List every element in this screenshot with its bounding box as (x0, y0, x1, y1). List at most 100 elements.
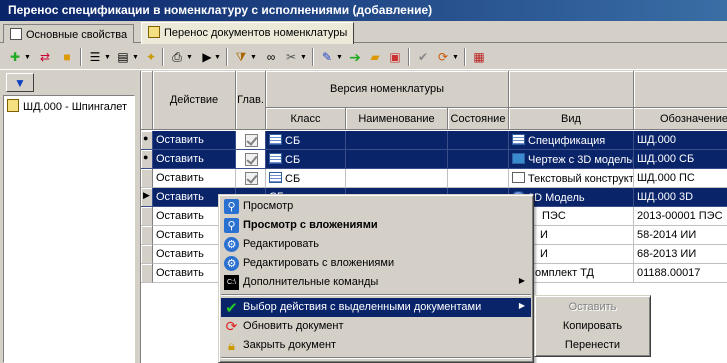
submenu-arrow-icon: ▶ (518, 276, 525, 285)
state-cell (448, 150, 509, 169)
class-cell: СБ (266, 131, 346, 150)
refresh-dropdown-icon[interactable]: ▼ (452, 48, 459, 66)
header-label: Версия номенклатуры (330, 83, 444, 95)
row-marker: ● (141, 150, 153, 169)
column-header-state[interactable]: Состояние (448, 108, 509, 130)
table-icon[interactable]: ▦ (470, 48, 488, 66)
menu-item-view[interactable]: ⚲ Просмотр (221, 197, 531, 216)
menu-item-select-action[interactable]: ✔ Выбор действия с выделенными документа… (221, 298, 531, 317)
refresh-icon[interactable]: ⟳ (434, 48, 452, 66)
submenu-item-move[interactable]: Перенести (537, 336, 648, 355)
row-header-corner (141, 71, 153, 130)
move-icon[interactable]: ⇄ (36, 48, 54, 66)
main-checkbox[interactable] (245, 134, 258, 147)
tree-item-label: ШД.000 - Шпингалет (23, 101, 128, 113)
row-marker (141, 207, 153, 226)
type-cell: Спецификация (509, 131, 634, 150)
list-icon[interactable]: ☰ (86, 48, 104, 66)
filter-tree-button[interactable]: ▼ (6, 73, 34, 92)
tree-item[interactable]: ШД.000 - Шпингалет (7, 99, 127, 113)
menu-separator (221, 357, 531, 359)
folder-open-icon[interactable]: ▰ (366, 48, 384, 66)
folder-icon[interactable]: ■ (58, 48, 76, 66)
column-header-name[interactable]: Наименование (346, 108, 448, 130)
column-header-type[interactable]: Вид (509, 108, 634, 130)
add-icon[interactable]: ✚ (6, 48, 24, 66)
tools-icon[interactable]: ✂ (282, 48, 300, 66)
main-cell[interactable] (236, 169, 266, 188)
window-icon[interactable]: ▣ (386, 48, 404, 66)
doc-dropdown-icon[interactable]: ▼ (132, 48, 139, 66)
name-cell (346, 150, 448, 169)
main-checkbox[interactable] (245, 153, 258, 166)
column-header-class[interactable]: Класс (266, 108, 346, 130)
list-dropdown-icon[interactable]: ▼ (104, 48, 111, 66)
menu-item-edit[interactable]: ⚙ Редактировать (221, 235, 531, 254)
filter-dropdown-icon[interactable]: ▼ (250, 48, 257, 66)
type-label: 3D Модель (528, 192, 585, 204)
column-header-main[interactable]: Глав. (236, 71, 266, 130)
context-menu: ⚲ Просмотр ⚲ Просмотр с вложениями ⚙ Ред… (218, 194, 534, 363)
menu-item-label: Закрыть документ (243, 339, 337, 351)
action-cell[interactable]: Оставить (153, 169, 236, 188)
header-label: Действие (169, 94, 219, 106)
specification-icon (512, 134, 525, 145)
column-header-designation[interactable]: Обозначение (634, 108, 727, 130)
menu-item-close-document[interactable]: 🔒︎ Закрыть документ (221, 336, 531, 355)
type-label: Чертеж с 3D моделью (528, 154, 634, 166)
doc-icon[interactable]: ▤ (114, 48, 132, 66)
class-label: СБ (285, 154, 301, 166)
designation-cell: ШД.000 ПС (634, 169, 727, 188)
table-row[interactable]: Оставить СБ Текстовый конструкт ШД.000 П… (141, 169, 727, 188)
menu-item-edit-with-attachments[interactable]: ⚙ Редактировать с вложениями (221, 254, 531, 273)
grid-icon (269, 134, 282, 145)
add-dropdown-icon[interactable]: ▼ (24, 48, 31, 66)
nomenclature-tree[interactable]: ШД.000 - Шпингалет (3, 95, 135, 363)
row-marker: ▶ (141, 188, 153, 207)
filter-icon[interactable]: ⧩ (232, 48, 250, 66)
row-marker (141, 264, 153, 283)
check-icon[interactable]: ✔ (414, 48, 432, 66)
link-dropdown-icon[interactable]: ▼ (336, 48, 343, 66)
header-label: Глав. (237, 94, 264, 106)
toolbar: ✚ ▼ ⇄ ■ ☰ ▼ ▤ ▼ ✦ ⎙ ▼ ▶ ▼ ⧩ ▼ ∞ ✂ ▼ ✎ ▼ … (0, 44, 727, 70)
row-marker (141, 169, 153, 188)
header-label: Класс (290, 112, 321, 125)
print-icon[interactable]: ⎙ (168, 48, 186, 66)
main-cell[interactable] (236, 150, 266, 169)
menu-item-refresh-document[interactable]: ⟳ Обновить документ (221, 317, 531, 336)
text-document-icon (512, 172, 525, 183)
arrow-right-icon[interactable]: ➔ (346, 48, 364, 66)
menu-item-label: Редактировать с вложениями (243, 257, 395, 269)
type-label: Текстовый конструкт (528, 173, 634, 185)
state-cell (448, 169, 509, 188)
header-label: Состояние (450, 112, 506, 125)
binoculars-icon[interactable]: ∞ (262, 48, 280, 66)
row-marker: ● (141, 131, 153, 150)
action-cell[interactable]: Оставить (153, 131, 236, 150)
main-checkbox[interactable] (245, 172, 258, 185)
header-label: Обозначение (660, 112, 727, 125)
column-header-action[interactable]: Действие (153, 71, 236, 130)
checkmark-icon: ✔ (225, 299, 238, 317)
link-icon[interactable]: ✎ (318, 48, 336, 66)
designation-cell: 58-2014 ИИ (634, 226, 727, 245)
tab-transfer-documents[interactable]: Перенос документов номенклатуры (141, 22, 355, 44)
magnifier-attach-icon: ⚲ (224, 218, 239, 233)
print-dropdown-icon[interactable]: ▼ (186, 48, 193, 66)
tab-main-properties[interactable]: Основные свойства (3, 24, 135, 43)
tools-dropdown-icon[interactable]: ▼ (300, 48, 307, 66)
name-cell (346, 169, 448, 188)
play-dropdown-icon[interactable]: ▼ (214, 48, 221, 66)
lock-icon: 🔒︎ (228, 337, 235, 353)
main-cell[interactable] (236, 131, 266, 150)
action-cell[interactable]: Оставить (153, 150, 236, 169)
table-row[interactable]: ● Оставить СБ Спецификация ШД.000 (141, 131, 727, 150)
table-row[interactable]: ● Оставить СБ Чертеж с 3D моделью ШД.000… (141, 150, 727, 169)
wand-icon[interactable]: ✦ (142, 48, 160, 66)
header-label: Наименование (358, 112, 435, 125)
menu-item-additional-commands[interactable]: C:\ Дополнительные команды ▶ (221, 273, 531, 292)
window-title: Перенос спецификации в номенклатуру с ис… (8, 3, 433, 17)
menu-item-view-with-attachments[interactable]: ⚲ Просмотр с вложениями (221, 216, 531, 235)
submenu-item-copy[interactable]: Копировать (537, 317, 648, 336)
